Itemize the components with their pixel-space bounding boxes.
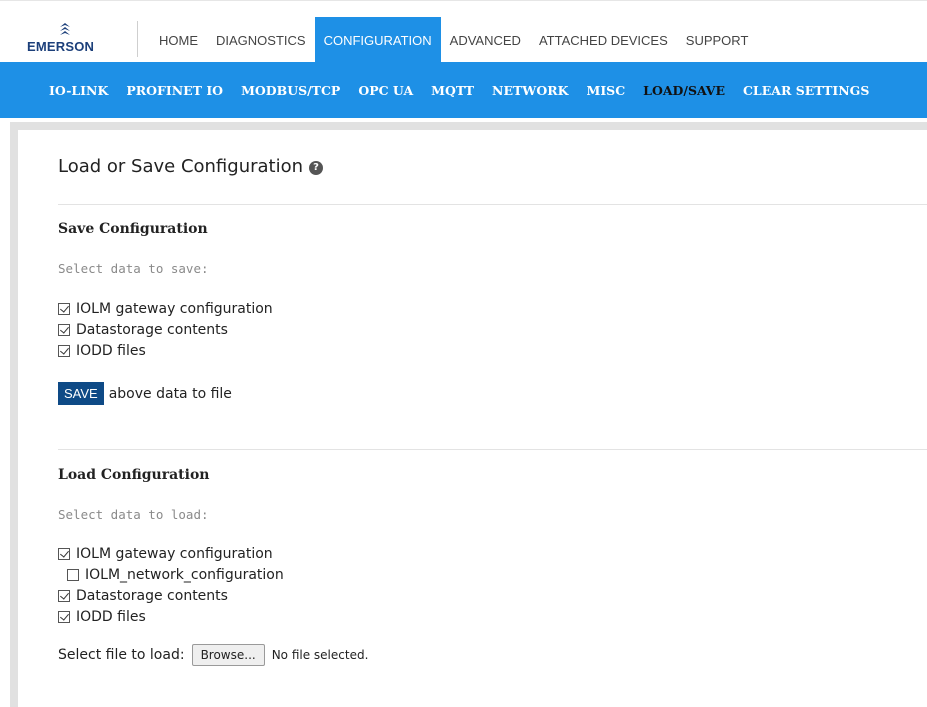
load-option-datastorage[interactable]: Datastorage contents: [58, 588, 228, 604]
load-option-label: IOLM gateway configuration: [76, 546, 273, 562]
page-title: Load or Save Configuration?: [58, 156, 324, 177]
save-option-gateway-config[interactable]: IOLM gateway configuration: [58, 301, 273, 317]
main-nav: HOME DIAGNOSTICS CONFIGURATION ADVANCED …: [150, 17, 757, 63]
help-icon[interactable]: ?: [309, 161, 324, 175]
sub-nav-misc[interactable]: MISC: [577, 83, 634, 98]
sub-nav-network[interactable]: NETWORK: [483, 83, 577, 98]
content-panel: Load or Save Configuration? Save Configu…: [10, 122, 927, 707]
load-option-label: Datastorage contents: [76, 588, 228, 604]
checkbox-unchecked[interactable]: [67, 569, 79, 581]
save-hint: Select data to save:: [58, 261, 209, 276]
save-option-label: IODD files: [76, 343, 146, 359]
save-option-iodd-files[interactable]: IODD files: [58, 343, 146, 359]
sub-nav-bar: IO-LINK PROFINET IO MODBUS/TCP OPC UA MQ…: [0, 62, 927, 118]
section-divider: [58, 204, 927, 205]
checkbox-checked[interactable]: [58, 303, 70, 315]
sub-nav-opc-ua[interactable]: OPC UA: [349, 83, 422, 98]
emerson-logo[interactable]: EMERSON: [27, 21, 122, 57]
nav-item-support[interactable]: SUPPORT: [677, 17, 758, 63]
save-section-heading: Save Configuration: [58, 221, 208, 237]
nav-item-advanced[interactable]: ADVANCED: [441, 17, 530, 63]
sub-nav-modbus-tcp[interactable]: MODBUS/TCP: [232, 83, 349, 98]
save-option-datastorage[interactable]: Datastorage contents: [58, 322, 228, 338]
nav-item-configuration[interactable]: CONFIGURATION: [314, 17, 441, 63]
save-option-label: Datastorage contents: [76, 322, 228, 338]
file-select-label: Select file to load:: [58, 647, 185, 663]
checkbox-checked[interactable]: [58, 611, 70, 623]
load-section-heading: Load Configuration: [58, 467, 210, 483]
sub-nav: IO-LINK PROFINET IO MODBUS/TCP OPC UA MQ…: [40, 62, 878, 118]
load-option-label: IODD files: [76, 609, 146, 625]
save-suffix-text: above data to file: [108, 385, 232, 402]
checkbox-checked[interactable]: [58, 345, 70, 357]
browse-button[interactable]: Browse...: [191, 644, 265, 666]
sub-nav-load-save[interactable]: LOAD/SAVE: [634, 83, 734, 98]
save-option-label: IOLM gateway configuration: [76, 301, 273, 317]
load-hint: Select data to load:: [58, 507, 209, 522]
sub-nav-io-link[interactable]: IO-LINK: [40, 83, 117, 98]
top-header: EMERSON HOME DIAGNOSTICS CONFIGURATION A…: [0, 0, 927, 63]
page-title-text: Load or Save Configuration: [58, 156, 304, 177]
nav-item-diagnostics[interactable]: DIAGNOSTICS: [207, 17, 315, 63]
checkbox-checked[interactable]: [58, 324, 70, 336]
nav-item-attached-devices[interactable]: ATTACHED DEVICES: [530, 17, 677, 63]
load-option-label: IOLM_network_configuration: [85, 567, 284, 583]
sub-nav-clear-settings[interactable]: CLEAR SETTINGS: [734, 83, 878, 98]
checkbox-checked[interactable]: [58, 548, 70, 560]
load-option-gateway-config[interactable]: IOLM gateway configuration: [58, 546, 273, 562]
header-divider: [137, 21, 138, 57]
checkbox-checked[interactable]: [58, 590, 70, 602]
section-divider: [58, 449, 927, 450]
emerson-logo-icon: [60, 23, 70, 35]
save-button[interactable]: SAVE: [58, 382, 104, 405]
load-option-iodd-files[interactable]: IODD files: [58, 609, 146, 625]
save-row: SAVE above data to file: [58, 382, 232, 405]
file-status: No file selected.: [271, 648, 369, 662]
file-select-row: Select file to load: Browse... No file s…: [58, 644, 368, 666]
load-option-network-config[interactable]: IOLM_network_configuration: [67, 567, 284, 583]
sub-nav-profinet-io[interactable]: PROFINET IO: [117, 83, 232, 98]
sub-nav-mqtt[interactable]: MQTT: [422, 83, 483, 98]
brand-name: EMERSON: [27, 39, 95, 54]
nav-item-home[interactable]: HOME: [150, 17, 207, 63]
